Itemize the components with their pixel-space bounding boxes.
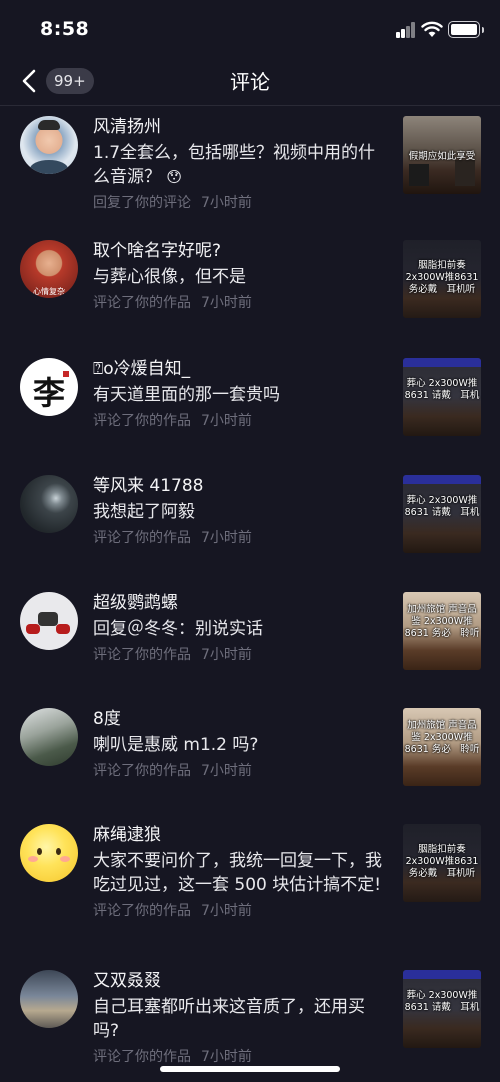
comment-text: 喇叭是惠威 m1.2 吗? [93, 735, 259, 755]
home-indicator[interactable] [160, 1066, 340, 1072]
video-thumbnail[interactable]: 葬心 2x300W推8631 请戴 耳机 [403, 970, 481, 1048]
thumbnail-caption: 葬心 2x300W推8631 请戴 耳机 [404, 495, 480, 518]
username[interactable]: 麻绳逮狼 [93, 823, 388, 847]
avatar[interactable] [20, 708, 78, 766]
comment-meta: 回复了你的评论 7小时前 [93, 195, 252, 211]
avatar[interactable] [20, 824, 78, 882]
username[interactable]: 又双叒叕 [93, 969, 388, 993]
avatar[interactable] [20, 475, 78, 533]
thumbnail-caption: 胭脂扣前奏 2x300W推8631 务必戴 耳机听 [405, 260, 479, 295]
comment-meta: 评论了你的作品 7小时前 [93, 763, 252, 779]
status-time: 8:58 [40, 18, 90, 40]
video-thumbnail[interactable]: 假期应如此享受 [403, 116, 481, 194]
video-thumbnail[interactable]: 葬心 2x300W推8631 请戴 耳机 [403, 358, 481, 436]
comment-meta: 评论了你的作品 7小时前 [93, 413, 252, 429]
thumbnail-caption: 葬心 2x300W推8631 请戴 耳机 [404, 990, 480, 1013]
status-bar: 8:58 [0, 0, 500, 60]
video-thumbnail[interactable]: 加州旅馆 声音品鉴 2x300W推8631 务必 聆听 [403, 708, 481, 786]
thumbnail-caption: 加州旅馆 声音品鉴 2x300W推8631 务必 聆听 [404, 720, 480, 755]
thumbnail-caption: 胭脂扣前奏 2x300W推8631 务必戴 耳机听 [405, 844, 479, 879]
cellular-signal-icon [396, 22, 416, 38]
wifi-icon [421, 21, 443, 37]
username[interactable]: 8度 [93, 707, 388, 731]
video-thumbnail[interactable]: 葬心 2x300W推8631 请戴 耳机 [403, 475, 481, 553]
comment-meta: 评论了你的作品 7小时前 [93, 647, 252, 663]
comment-text: 自己耳塞都听出来这音质了，还用买吗? [93, 997, 365, 1041]
battery-icon [448, 21, 484, 38]
thumbnail-caption: 葬心 2x300W推8631 请戴 耳机 [404, 378, 480, 401]
comment-meta: 评论了你的作品 7小时前 [93, 530, 252, 546]
avatar[interactable] [20, 116, 78, 174]
avatar[interactable] [20, 592, 78, 650]
username[interactable]: 等风来 41788 [93, 474, 388, 498]
username[interactable]: 风清扬州 [93, 115, 388, 139]
comment-meta: 评论了你的作品 7小时前 [93, 1049, 252, 1065]
comment-meta: 评论了你的作品 7小时前 [93, 903, 252, 919]
avatar[interactable]: 心情复杂 [20, 240, 78, 298]
username[interactable]: ⍰o冷煖自知_ [93, 357, 388, 381]
nav-bar: 99+ 评论 [0, 60, 500, 106]
video-thumbnail[interactable]: 加州旅馆 声音品鉴 2x300W推8631 务必 聆听 [403, 592, 481, 670]
comment-text: 有天道里面的那一套贵吗 [93, 385, 280, 405]
username[interactable]: 取个啥名字好呢? [93, 239, 388, 263]
comment-text: 与葬心很像，但不是 [93, 267, 246, 287]
comment-text: 大家不要问价了，我统一回复一下，我吃过见过，这一套 500 块估计搞不定! [93, 851, 382, 895]
avatar[interactable]: 李 [20, 358, 78, 416]
comment-meta: 评论了你的作品 7小时前 [93, 295, 252, 311]
video-thumbnail[interactable]: 胭脂扣前奏 2x300W推8631 务必戴 耳机听 [403, 824, 481, 902]
video-thumbnail[interactable]: 胭脂扣前奏 2x300W推8631 务必戴 耳机听 [403, 240, 481, 318]
comment-text: 1.7全套么，包括哪些？视频中用的什么音源？ 😯 [93, 143, 376, 187]
comment-text: 我想起了阿毅 [93, 502, 195, 522]
username[interactable]: 超级鹦鹉螺 [93, 591, 388, 615]
avatar[interactable] [20, 970, 78, 1028]
page-title: 评论 [230, 70, 270, 94]
comment-text: 回复＠冬冬：别说实话 [93, 619, 263, 639]
emoji-icon: 😯 [166, 168, 183, 186]
thumbnail-caption: 加州旅馆 声音品鉴 2x300W推8631 务必 聆听 [404, 604, 480, 639]
thumbnail-caption: 假期应如此享受 [408, 151, 476, 162]
